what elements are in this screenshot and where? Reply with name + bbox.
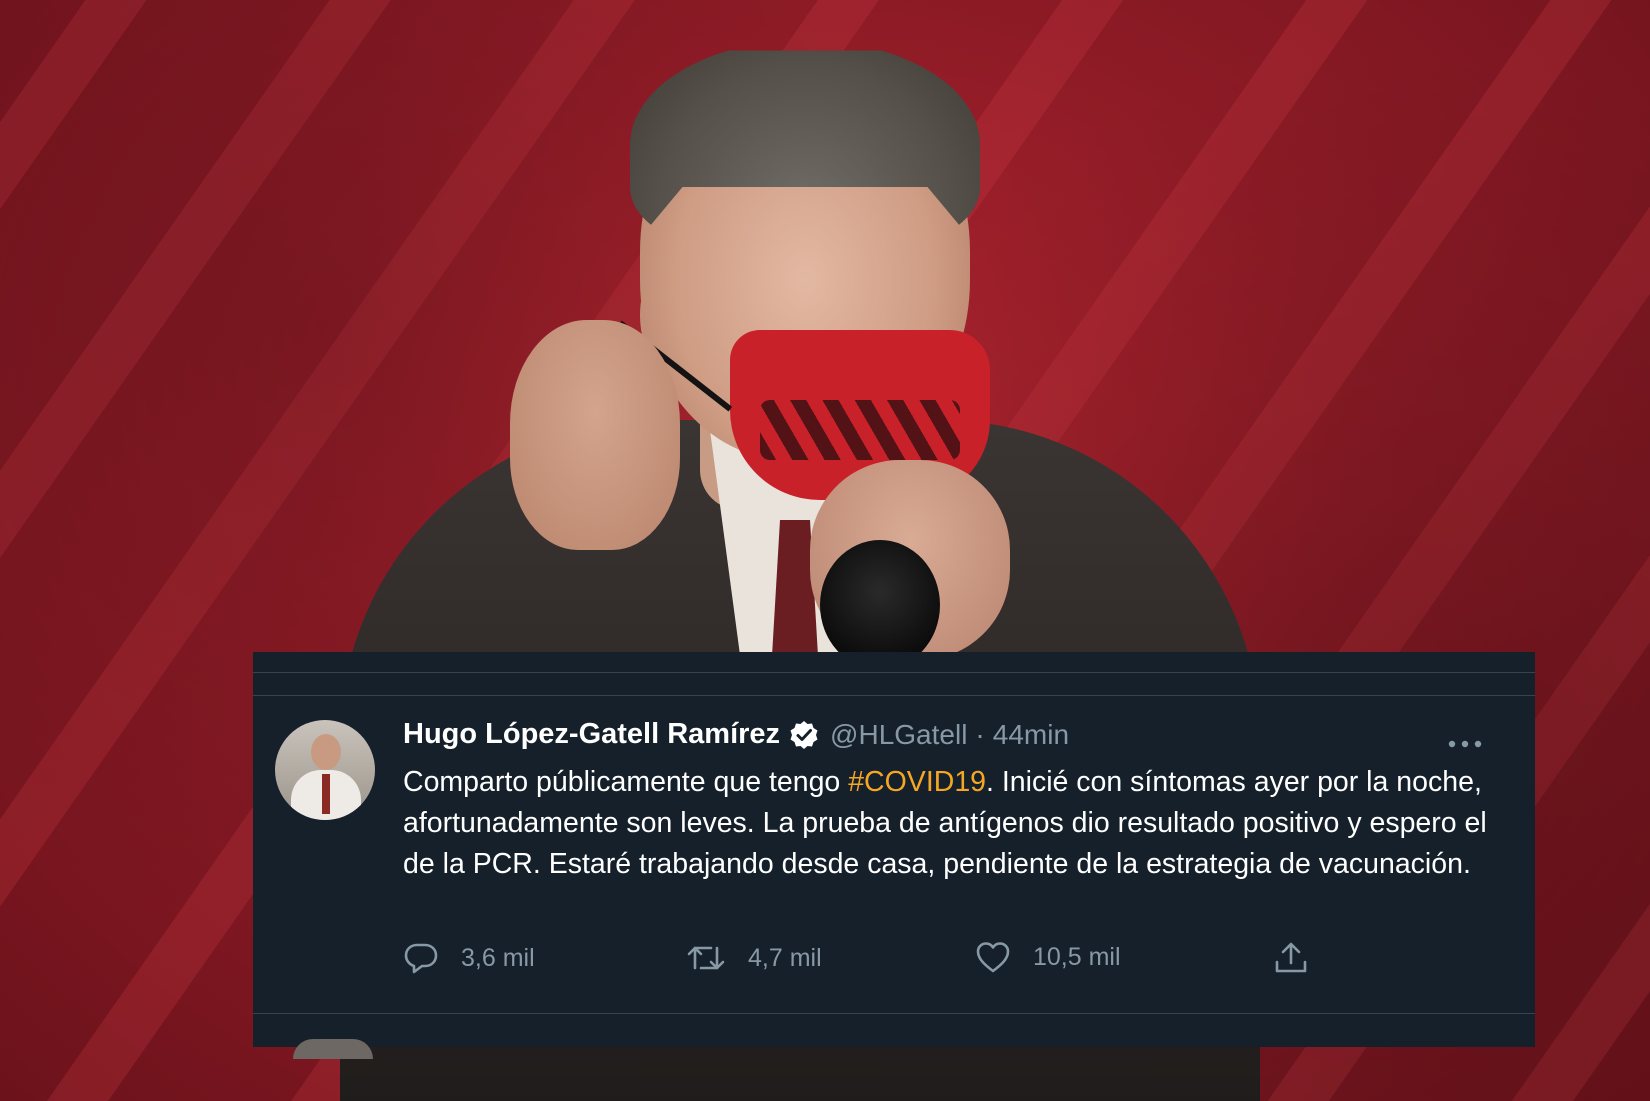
like-heart-icon	[976, 942, 1010, 973]
reply-button[interactable]: 3,6 mil	[403, 940, 535, 976]
microphone	[820, 540, 940, 670]
face-mask-pattern	[760, 400, 960, 460]
tweet-time[interactable]: 44min	[993, 719, 1069, 751]
divider	[253, 1013, 1535, 1014]
retweet-icon	[687, 946, 725, 970]
avatar-head	[311, 734, 341, 770]
author-handle[interactable]: @HLGatell	[830, 719, 967, 751]
tweet-text-part: Comparto públicamente que tengo	[403, 766, 849, 798]
header-separator: ·	[975, 718, 985, 750]
share-icon	[1275, 942, 1307, 973]
left-hand	[510, 320, 680, 550]
author-name[interactable]: Hugo López-Gatell Ramírez	[403, 718, 780, 751]
reply-count: 3,6 mil	[461, 943, 535, 972]
like-count: 10,5 mil	[1033, 942, 1121, 971]
tweet-header: Hugo López-Gatell Ramírez @HLGatell · 44…	[403, 718, 1069, 751]
verified-badge-icon	[788, 719, 820, 751]
tweet-card: Hugo López-Gatell Ramírez @HLGatell · 44…	[253, 652, 1535, 1059]
retweet-button[interactable]: 4,7 mil	[686, 940, 822, 976]
reply-icon	[404, 943, 438, 974]
divider	[253, 695, 1535, 696]
avatar[interactable]	[275, 720, 375, 820]
like-button[interactable]: 10,5 mil	[975, 940, 1121, 974]
background-photo: Hugo López-Gatell Ramírez @HLGatell · 44…	[0, 0, 1650, 1101]
hashtag-link[interactable]: #COVID19	[848, 766, 986, 798]
tweet-actions: 3,6 mil 4,7 mil 10,5 mil	[403, 940, 1403, 980]
share-button[interactable]	[1273, 940, 1331, 976]
more-options-icon[interactable]	[1447, 734, 1483, 748]
divider	[253, 672, 1535, 673]
avatar-tie	[322, 774, 330, 814]
retweet-count: 4,7 mil	[748, 943, 822, 972]
tweet-text: Comparto públicamente que tengo #COVID19…	[403, 762, 1513, 885]
next-tweet-avatar-peek	[293, 1039, 373, 1059]
